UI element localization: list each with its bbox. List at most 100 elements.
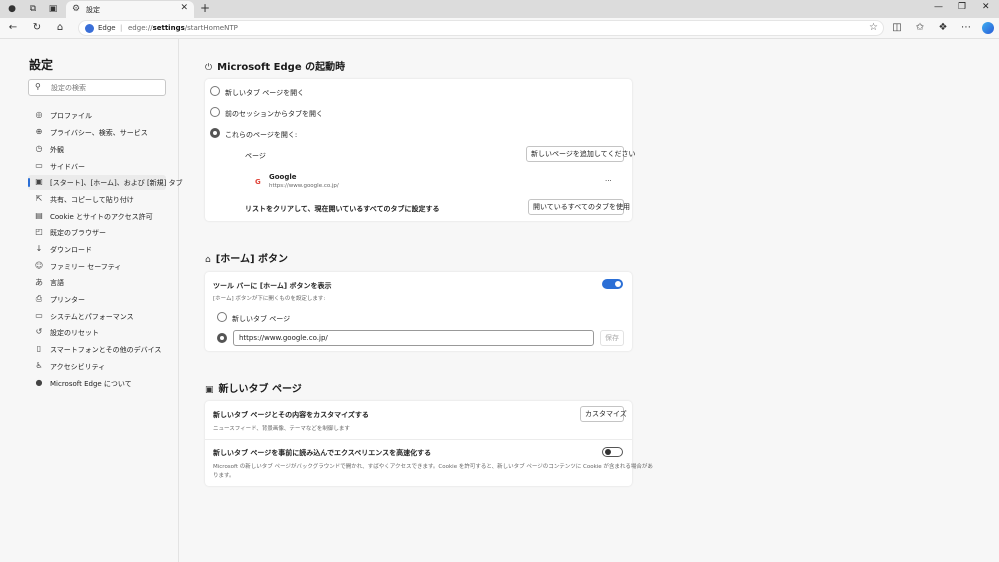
sidebar-item-start-home[interactable]: ▣ [スタート]、[ホーム]、および [新規] タブ [28,175,183,190]
refresh-icon[interactable]: ↻ [30,22,44,33]
extensions-icon[interactable]: ❖ [936,22,950,33]
customize-sub: ニュースフィード、背景画像、テーマなどを制御します [213,426,350,432]
clear-list-label: リストをクリアして、現在開いているすべてのタブに設定する [245,205,440,213]
printer-icon: ⎙ [35,294,43,303]
settings-search[interactable]: ⚲ [28,79,166,96]
use-open-tabs-button[interactable]: 開いているすべてのタブを使用 [528,199,630,215]
favorites-icon[interactable]: ✩ [913,22,927,33]
sidebar-item-phone[interactable]: ▯ スマートフォンとその他のデバイス [28,342,166,357]
startup-radio-pages[interactable] [210,128,220,138]
sidebar-item-edge[interactable]: ● Microsoft Edge について [28,376,166,391]
startup-radio-previous[interactable] [210,107,220,117]
home-radio-url[interactable] [217,333,227,343]
sidebar-item-share[interactable]: ⇱ 共有、コピーして貼り付け [28,192,166,207]
close-window-icon[interactable]: ✕ [982,2,990,12]
more-menu-icon[interactable]: ⋯ [959,22,973,33]
preload-toggle[interactable] [602,447,623,457]
preload-sub-line2: ります。 [213,473,235,479]
sidebar-icon: ▭ [35,161,43,170]
edge-label: Edge [98,24,116,32]
settings-title: 設定 [29,58,54,72]
add-page-button[interactable]: 新しいページを追加してください [526,146,635,162]
home-radio-newtab[interactable] [217,312,227,322]
minimize-icon[interactable]: — [934,2,943,12]
home-icon[interactable]: ⌂ [53,22,67,33]
appearance-icon: ◷ [35,144,43,153]
download-icon: ↓ [35,244,43,253]
restore-icon[interactable]: ❐ [958,2,966,12]
startup-card: 新しいタブ ページを開く 前のセッションからタブを開く これらのページを開く: … [205,79,635,221]
toolbar: ← ↻ ⌂ Edge | edge://settings/startHomeNT… [0,18,999,39]
sidebar-item-label: アクセシビリティ [50,363,106,371]
sidebar-item-system[interactable]: ▭ システムとパフォーマンス [28,309,166,324]
newtab-card: 新しいタブ ページとその内容をカスタマイズする ニュースフィード、背景画像、テー… [205,401,653,486]
workspaces-icon[interactable]: ⧉ [27,3,39,15]
settings-sidebar: 設定 ⚲ ◎ プロファイル ⊕ プライバシー、検索、サービス ◷ 外観 ▭ サイドバー ▣ [スタ… [0,39,183,562]
preload-sub-line1: Microsoft の新しいタブ ページがバックグラウンドで開かれ、すばやくアク… [213,464,653,470]
startup-section-title: ⏻ Microsoft Edge の起動時 [205,62,346,73]
customize-button[interactable]: カスタマイズ [580,406,627,422]
sidebar-item-label: スマートフォンとその他のデバイス [50,346,162,354]
accessibility-icon: ♿ [35,361,43,370]
sidebar-item-label: 共有、コピーして貼り付け [50,196,134,204]
phone-icon: ▯ [36,344,42,353]
gear-icon: ⚙ [72,4,81,14]
family-icon: ☺ [34,261,44,270]
sidebar-item-browser[interactable]: ◰ 既定のブラウザー [28,225,166,240]
reset-icon: ↺ [35,327,43,336]
sidebar-item-cookie[interactable]: ▤ Cookie とサイトのアクセス許可 [28,209,166,224]
startup-page-more-button[interactable]: ··· [601,173,616,189]
tab-actions-icon[interactable]: ▣ [47,3,59,15]
sidebar-item-label: システムとパフォーマンス [50,313,134,321]
split-screen-icon[interactable]: ◫ [890,22,904,33]
cookie-icon: ▤ [35,211,43,220]
sidebar-item-lock[interactable]: ⊕ プライバシー、検索、サービス [28,125,166,140]
startup-option-pages: これらのページを開く: [225,131,298,139]
edge-logo-icon [85,24,94,33]
sidebar-item-label: サイドバー [50,163,85,171]
sidebar-item-label: プリンター [50,296,85,304]
sidebar-item-printer[interactable]: ⎙ プリンター [28,292,166,307]
back-icon[interactable]: ← [6,22,20,33]
sidebar-item-accessibility[interactable]: ♿ アクセシビリティ [28,359,166,374]
sidebar-item-sidebar[interactable]: ▭ サイドバー [28,159,166,174]
share-icon: ⇱ [35,194,43,203]
home-button-toggle[interactable] [602,279,623,289]
sidebar-item-label: ダウンロード [50,246,92,254]
sidebar-item-family[interactable]: ☺ ファミリー セーフティ [28,259,166,274]
home-url-input[interactable] [233,330,594,346]
search-icon: ⚲ [35,82,41,91]
profile-icon: ◎ [35,110,43,119]
startup-page-name: Google [269,173,297,181]
address-bar[interactable]: Edge | edge://settings/startHomeNTP ☆ [78,20,884,36]
sidebar-item-language[interactable]: あ言語 [28,275,166,290]
home-save-button[interactable]: 保存 [600,330,624,346]
sidebar-item-label: ファミリー セーフティ [50,263,122,271]
sidebar-item-label: 外観 [50,146,64,154]
sidebar-item-download[interactable]: ↓ ダウンロード [28,242,166,257]
new-tab-button[interactable]: + [200,1,210,15]
sidebar-item-label: 設定のリセット [50,329,99,337]
newtab-icon: ▣ [205,385,214,395]
close-tab-icon[interactable]: ✕ [180,3,188,13]
startup-option-previous: 前のセッションからタブを開く [225,110,323,118]
home-section-title: ⌂ [ホーム] ボタン [205,254,289,265]
sidebar-item-label: プロファイル [50,112,92,120]
favorite-star-icon[interactable]: ☆ [869,22,878,33]
copilot-icon[interactable] [982,22,994,34]
startup-radio-newtab[interactable] [210,86,220,96]
startup-page-url: https://www.google.co.jp/ [269,183,339,189]
home-toggle-sub: [ホーム] ボタンが下に開くものを設定します: [213,296,326,302]
language-icon: あ [35,278,43,287]
profile-avatar-icon[interactable]: ● [6,3,18,15]
start-home-icon: ▣ [35,177,43,186]
address-url: edge://settings/startHomeNTP [128,24,238,32]
home-card: ツール バーに [ホーム] ボタンを表示 [ホーム] ボタンが下に開くものを設定… [205,272,632,351]
sidebar-item-appearance[interactable]: ◷ 外観 [28,142,166,157]
sidebar-item-profile[interactable]: ◎ プロファイル [28,108,166,123]
tab-settings[interactable]: ⚙ 設定 ✕ [66,1,194,18]
settings-search-input[interactable] [51,82,161,94]
tab-title: 設定 [86,6,100,14]
home-option-newtab: 新しいタブ ページ [232,315,291,323]
sidebar-item-reset[interactable]: ↺ 設定のリセット [28,325,166,340]
